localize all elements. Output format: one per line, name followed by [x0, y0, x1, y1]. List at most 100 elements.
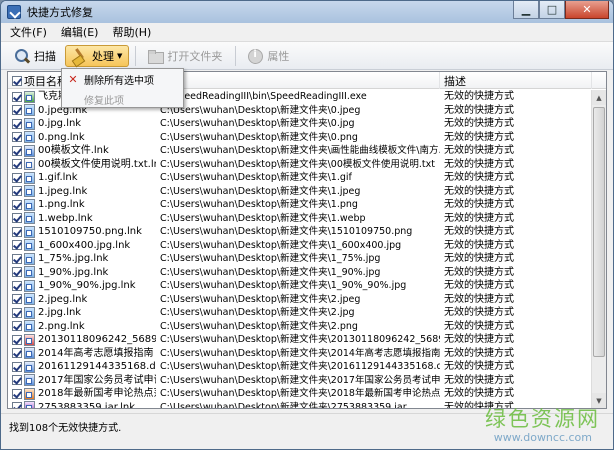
row-name-cell: 2017年国家公务员考试申论大... — [8, 374, 156, 387]
select-all-checkbox[interactable] — [12, 75, 22, 86]
menu-delete-selected[interactable]: ✕ 删除所有选中项 — [62, 70, 183, 88]
row-checkbox[interactable] — [12, 388, 22, 399]
row-desc-cell: 无效的快捷方式 — [444, 158, 514, 170]
row-checkbox[interactable] — [12, 321, 22, 332]
row-checkbox[interactable] — [12, 91, 22, 102]
file-icon — [24, 185, 35, 198]
row-checkbox[interactable] — [12, 118, 22, 129]
row-checkbox[interactable] — [12, 186, 22, 197]
app-icon — [7, 5, 21, 19]
row-checkbox[interactable] — [12, 226, 22, 237]
row-name-cell: 1.jpeg.lnk — [8, 185, 156, 198]
table-row[interactable]: 1_75%.jpg.lnk C:\Users\wuhan\Desktop\新建文件… — [8, 252, 594, 266]
row-desc-cell: 无效的快捷方式 — [444, 293, 514, 305]
table-row[interactable]: 0.png.lnk C:\Users\wuhan\Desktop\新建文件夹\0.… — [8, 131, 594, 145]
menu-bar: 文件(F) 编辑(E) 帮助(H) — [1, 23, 613, 42]
row-checkbox[interactable] — [12, 240, 22, 251]
row-desc-cell: 无效的快捷方式 — [444, 185, 514, 197]
row-checkbox[interactable] — [12, 267, 22, 278]
row-name-cell: 2.png.lnk — [8, 320, 156, 333]
row-checkbox[interactable] — [12, 361, 22, 372]
row-desc-cell: 无效的快捷方式 — [444, 361, 514, 373]
row-target-cell: ...\SpeedReadingIII\bin\SpeedReadingIII.… — [160, 91, 367, 103]
table-row[interactable]: 20161129144335168.doc.lnk C:\Users\wuhan\… — [8, 360, 594, 374]
row-checkbox[interactable] — [12, 294, 22, 305]
row-checkbox[interactable] — [12, 213, 22, 224]
row-checkbox[interactable] — [12, 334, 22, 345]
watermark-url: www.downcc.com — [493, 431, 592, 444]
table-row[interactable]: 1.jpeg.lnk C:\Users\wuhan\Desktop\新建文件夹\1… — [8, 185, 594, 199]
row-name-cell: 1510109750.png.lnk — [8, 225, 156, 238]
table-row[interactable]: 1.webp.lnk C:\Users\wuhan\Desktop\新建文件夹\1… — [8, 212, 594, 226]
row-checkbox[interactable] — [12, 348, 22, 359]
menu-repair-item[interactable]: 修复此项 — [62, 90, 183, 108]
scroll-thumb[interactable] — [593, 107, 605, 357]
clean-button[interactable]: 处理 ▼ — [65, 44, 130, 67]
scan-button[interactable]: 扫描 — [7, 45, 63, 67]
table-row[interactable]: 00模板文件.lnk C:\Users\wuhan\Desktop\新建文件夹\画… — [8, 144, 594, 158]
table-row[interactable]: 1_90%_90%.jpg.lnk C:\Users\wuhan\Desktop\… — [8, 279, 594, 293]
shortcut-list[interactable]: 项目名称 目标 描述 飞克斯...\SpeedReadingIII\bin\Sp… — [7, 71, 607, 409]
close-button[interactable]: ✕ — [565, 1, 609, 19]
table-row[interactable]: 00模板文件使用说明.txt.lnk C:\Users\wuhan\Desktop… — [8, 158, 594, 172]
row-checkbox[interactable] — [12, 159, 22, 170]
row-desc-cell: 无效的快捷方式 — [444, 280, 514, 292]
table-row[interactable]: 2.png.lnk C:\Users\wuhan\Desktop\新建文件夹\2.… — [8, 320, 594, 334]
row-target-cell: C:\Users\wuhan\Desktop\新建文件夹\画性能曲线模板文件\南… — [160, 145, 440, 157]
row-checkbox[interactable] — [12, 375, 22, 386]
row-checkbox[interactable] — [12, 132, 22, 143]
row-target-cell: C:\Users\wuhan\Desktop\新建文件夹\0.png — [160, 131, 358, 143]
open-folder-button[interactable]: 打开文件夹 — [140, 45, 229, 67]
row-checkbox[interactable] — [12, 145, 22, 156]
row-desc-cell: 无效的快捷方式 — [444, 239, 514, 251]
row-checkbox[interactable] — [12, 402, 22, 408]
row-target-cell: C:\Users\wuhan\Desktop\新建文件夹\2017年国家公务员考… — [160, 374, 440, 386]
row-checkbox[interactable] — [12, 280, 22, 291]
row-desc-cell: 无效的快捷方式 — [444, 253, 514, 265]
row-desc-cell: 无效的快捷方式 — [444, 131, 514, 143]
minimize-button[interactable]: ▁ — [513, 1, 539, 19]
table-row[interactable]: 2.jpeg.lnk C:\Users\wuhan\Desktop\新建文件夹\2… — [8, 293, 594, 307]
row-checkbox[interactable] — [12, 253, 22, 264]
file-icon — [24, 198, 35, 211]
table-row[interactable]: 2.jpg.lnk C:\Users\wuhan\Desktop\新建文件夹\2.… — [8, 306, 594, 320]
row-target-cell: C:\Users\wuhan\Desktop\新建文件夹\1.png — [160, 199, 358, 211]
scroll-up-icon[interactable]: ▲ — [592, 90, 606, 105]
table-row[interactable]: 2017年国家公务员考试申论大... C:\Users\wuhan\Desktop… — [8, 374, 594, 388]
row-name-cell: 1_90%.jpg.lnk — [8, 266, 156, 279]
row-target-cell: C:\Users\wuhan\Desktop\新建文件夹\1_90%.jpg — [160, 266, 381, 278]
table-row[interactable]: 2018年最新国考申论热点范文... C:\Users\wuhan\Desktop… — [8, 387, 594, 401]
row-checkbox[interactable] — [12, 105, 22, 116]
table-row[interactable]: 1510109750.png.lnk C:\Users\wuhan\Desktop… — [8, 225, 594, 239]
row-checkbox[interactable] — [12, 172, 22, 183]
table-row[interactable]: 1_600x400.jpg.lnk C:\Users\wuhan\Desktop\… — [8, 239, 594, 253]
table-row[interactable]: 0.jpg.lnk C:\Users\wuhan\Desktop\新建文件夹\0.… — [8, 117, 594, 131]
menu-file[interactable]: 文件(F) — [5, 24, 52, 40]
row-checkbox[interactable] — [12, 307, 22, 318]
table-row[interactable]: 1_90%.jpg.lnk C:\Users\wuhan\Desktop\新建文件… — [8, 266, 594, 280]
file-icon — [24, 252, 35, 265]
table-row[interactable]: 2014年高考志愿填报指南（超... C:\Users\wuhan\Desktop… — [8, 347, 594, 361]
file-icon — [24, 279, 35, 292]
properties-button[interactable]: 属性 — [240, 45, 296, 67]
table-row[interactable]: 1.png.lnk C:\Users\wuhan\Desktop\新建文件夹\1.… — [8, 198, 594, 212]
row-target-cell: C:\Users\wuhan\Desktop\新建文件夹\1.webp — [160, 212, 366, 224]
column-target-header[interactable]: 目标 — [156, 72, 440, 89]
menu-edit[interactable]: 编辑(E) — [56, 24, 104, 40]
file-icon — [24, 333, 35, 346]
file-icon — [24, 239, 35, 252]
row-checkbox[interactable] — [12, 199, 22, 210]
row-target-cell: C:\Users\wuhan\Desktop\新建文件夹\1510109750.… — [160, 226, 413, 238]
row-name-cell: 00模板文件.lnk — [8, 144, 156, 157]
row-name-cell: 20161129144335168.doc.lnk — [8, 360, 156, 373]
file-icon — [24, 387, 35, 400]
column-desc-header[interactable]: 描述 — [440, 72, 592, 89]
row-target-cell: C:\Users\wuhan\Desktop\新建文件夹\20161129144… — [160, 361, 440, 373]
menu-help[interactable]: 帮助(H) — [107, 24, 156, 40]
table-row[interactable]: 1.gif.lnk C:\Users\wuhan\Desktop\新建文件夹\1.… — [8, 171, 594, 185]
vertical-scrollbar[interactable]: ▲ ▼ — [591, 90, 606, 408]
open-folder-label: 打开文件夹 — [167, 49, 223, 63]
folder-icon — [147, 48, 165, 64]
maximize-button[interactable]: □ — [539, 1, 565, 19]
table-row[interactable]: 20130118096242_56899.pdf.lnk C:\Users\wuh… — [8, 333, 594, 347]
